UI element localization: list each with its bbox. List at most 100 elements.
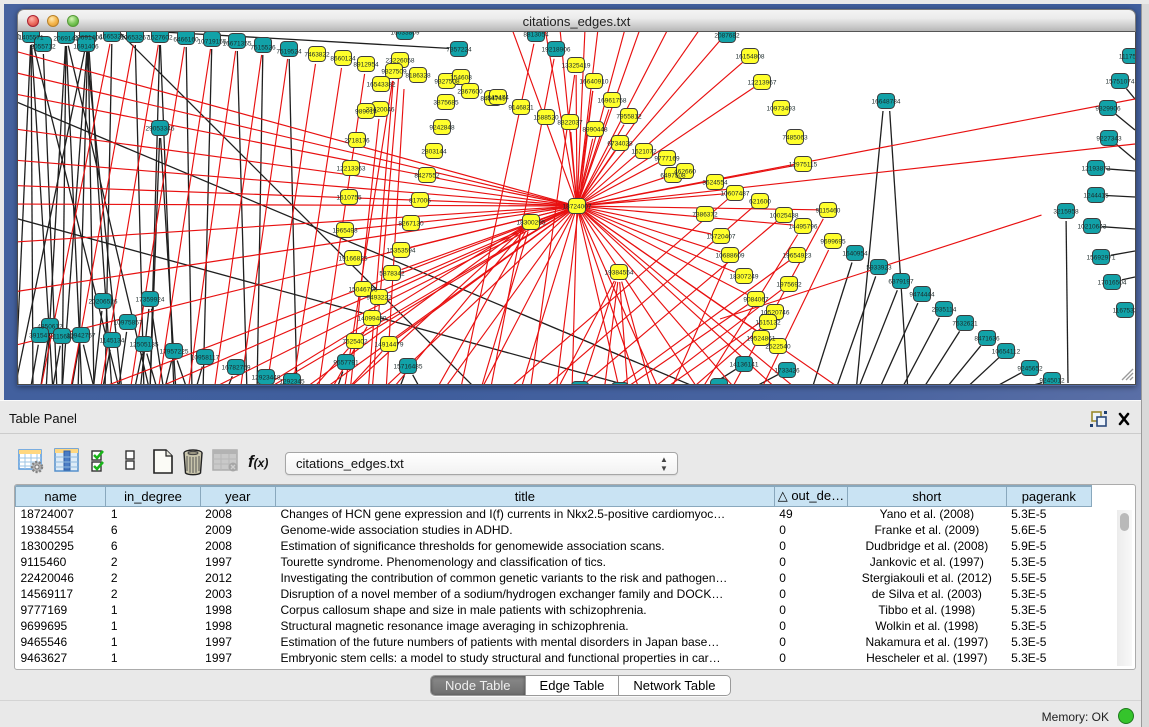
- svg-text:20206526: 20206526: [89, 299, 118, 306]
- svg-text:19524861: 19524861: [747, 336, 776, 343]
- svg-text:9474444: 9474444: [909, 292, 935, 299]
- svg-text:9245012: 9245012: [1039, 378, 1065, 385]
- svg-text:8660124: 8660124: [330, 56, 356, 63]
- svg-text:2935114: 2935114: [932, 307, 957, 314]
- svg-text:15720407: 15720407: [707, 234, 736, 241]
- svg-text:16033809: 16033809: [391, 32, 420, 37]
- svg-text:1527602: 1527602: [147, 35, 173, 42]
- svg-text:7386372: 7386372: [692, 212, 718, 219]
- svg-text:8427552: 8427552: [414, 173, 440, 180]
- svg-text:2055712: 2055712: [30, 44, 56, 51]
- svg-text:16671355: 16671355: [223, 41, 252, 48]
- svg-text:8471636: 8471636: [974, 336, 1000, 343]
- svg-text:12923448: 12923448: [252, 375, 281, 382]
- svg-text:19384554: 19384554: [605, 270, 634, 277]
- svg-text:15751074: 15751074: [1106, 79, 1135, 86]
- svg-text:12213967: 12213967: [748, 80, 777, 87]
- svg-text:12942757: 12942757: [67, 333, 96, 340]
- svg-text:19218906: 19218906: [542, 47, 571, 54]
- svg-text:9493222: 9493222: [366, 295, 392, 302]
- svg-text:6466160: 6466160: [173, 37, 199, 44]
- svg-text:23226058: 23226058: [386, 58, 415, 65]
- svg-text:16154808: 16154808: [736, 54, 765, 61]
- svg-text:1244415: 1244415: [1083, 193, 1109, 200]
- svg-text:12193872: 12193872: [1082, 166, 1111, 173]
- svg-text:845474: 845474: [487, 95, 509, 102]
- svg-text:7463822: 7463822: [304, 52, 330, 59]
- svg-text:391547: 391547: [29, 333, 51, 340]
- svg-text:1615132: 1615132: [755, 320, 781, 327]
- svg-text:8186328: 8186328: [405, 73, 431, 80]
- svg-text:6379197: 6379197: [888, 279, 914, 286]
- svg-text:10975857: 10975857: [114, 320, 143, 327]
- svg-text:6734028: 6734028: [607, 141, 633, 148]
- svg-text:1965498: 1965498: [332, 228, 358, 235]
- svg-text:2522540: 2522540: [765, 344, 791, 351]
- svg-text:9699695: 9699695: [820, 239, 846, 246]
- svg-text:8912954: 8912954: [353, 62, 379, 69]
- svg-text:18724007: 18724007: [563, 204, 592, 211]
- svg-text:9146821: 9146821: [508, 105, 534, 112]
- svg-text:9657791: 9657791: [333, 360, 359, 367]
- svg-text:5878342: 5878342: [379, 271, 405, 278]
- svg-text:15353594: 15353594: [387, 248, 416, 255]
- svg-text:4850612: 4850612: [37, 324, 63, 331]
- svg-text:1640954: 1640954: [842, 251, 868, 258]
- svg-text:16961758: 16961758: [598, 98, 627, 105]
- svg-text:13325419: 13325419: [562, 63, 591, 70]
- svg-text:3215958: 3215958: [1053, 209, 1079, 216]
- svg-text:10025438: 10025438: [770, 213, 799, 220]
- svg-text:1117533: 1117533: [1119, 54, 1136, 61]
- svg-text:15716485: 15716485: [394, 364, 423, 371]
- svg-text:7519524: 7519524: [276, 49, 302, 56]
- svg-text:7485063: 7485063: [782, 135, 808, 142]
- svg-text:19166825: 19166825: [339, 256, 368, 263]
- svg-text:7515526: 7515526: [250, 45, 276, 52]
- svg-text:16640910: 16640910: [580, 79, 609, 86]
- svg-text:14914479: 14914479: [375, 342, 404, 349]
- svg-text:10520746: 10520746: [761, 310, 790, 317]
- svg-text:8267130: 8267130: [398, 221, 424, 228]
- svg-text:1167533: 1167533: [1113, 308, 1136, 315]
- svg-text:1610755: 1610755: [336, 195, 362, 202]
- svg-text:29053346: 29053346: [146, 126, 175, 133]
- svg-text:8322037: 8322037: [557, 120, 583, 127]
- svg-text:17957225: 17957225: [160, 349, 189, 356]
- svg-text:10973493: 10973493: [767, 106, 796, 113]
- svg-text:9115460: 9115460: [816, 208, 841, 215]
- svg-text:3875685: 3875685: [433, 100, 459, 107]
- svg-text:2087682: 2087682: [714, 33, 740, 40]
- svg-text:1311542: 1311542: [707, 384, 732, 385]
- svg-text:1145134: 1145134: [100, 338, 125, 345]
- svg-text:16782759: 16782759: [222, 365, 251, 372]
- svg-text:9084067: 9084067: [743, 297, 769, 304]
- svg-text:5933923: 5933923: [866, 265, 892, 272]
- svg-text:2367600: 2367600: [457, 89, 483, 96]
- svg-text:14099489: 14099489: [358, 316, 387, 323]
- svg-text:9327509: 9327509: [381, 69, 407, 76]
- svg-text:15692971: 15692971: [1087, 255, 1116, 262]
- svg-text:1405571: 1405571: [18, 35, 44, 42]
- svg-text:9227343: 9227343: [1096, 136, 1122, 143]
- svg-text:15046796: 15046796: [349, 287, 378, 294]
- svg-text:9329906: 9329906: [1095, 106, 1121, 113]
- svg-text:16648784: 16648784: [872, 99, 901, 106]
- svg-text:19654923: 19654923: [783, 253, 812, 260]
- svg-text:2718176: 2718176: [344, 138, 370, 145]
- svg-text:10210643: 10210643: [1078, 224, 1107, 231]
- svg-text:10653267: 10653267: [121, 35, 150, 42]
- svg-text:817006: 817006: [409, 198, 431, 205]
- svg-text:16543382: 16543382: [367, 82, 396, 89]
- svg-text:9245652: 9245652: [1017, 366, 1043, 373]
- svg-text:1691406: 1691406: [73, 44, 99, 51]
- svg-text:8990448: 8990448: [582, 127, 608, 134]
- svg-text:1292345: 1292345: [279, 379, 305, 385]
- svg-text:18300295: 18300295: [517, 220, 546, 227]
- svg-text:17359924: 17359924: [136, 297, 165, 304]
- svg-text:8813054: 8813054: [523, 32, 549, 39]
- svg-text:12505135: 12505135: [130, 342, 159, 349]
- svg-text:17016504: 17016504: [1098, 280, 1127, 287]
- svg-text:7955812: 7955812: [616, 114, 642, 121]
- svg-text:10688609: 10688609: [716, 253, 745, 260]
- svg-text:7625402: 7625402: [342, 339, 368, 346]
